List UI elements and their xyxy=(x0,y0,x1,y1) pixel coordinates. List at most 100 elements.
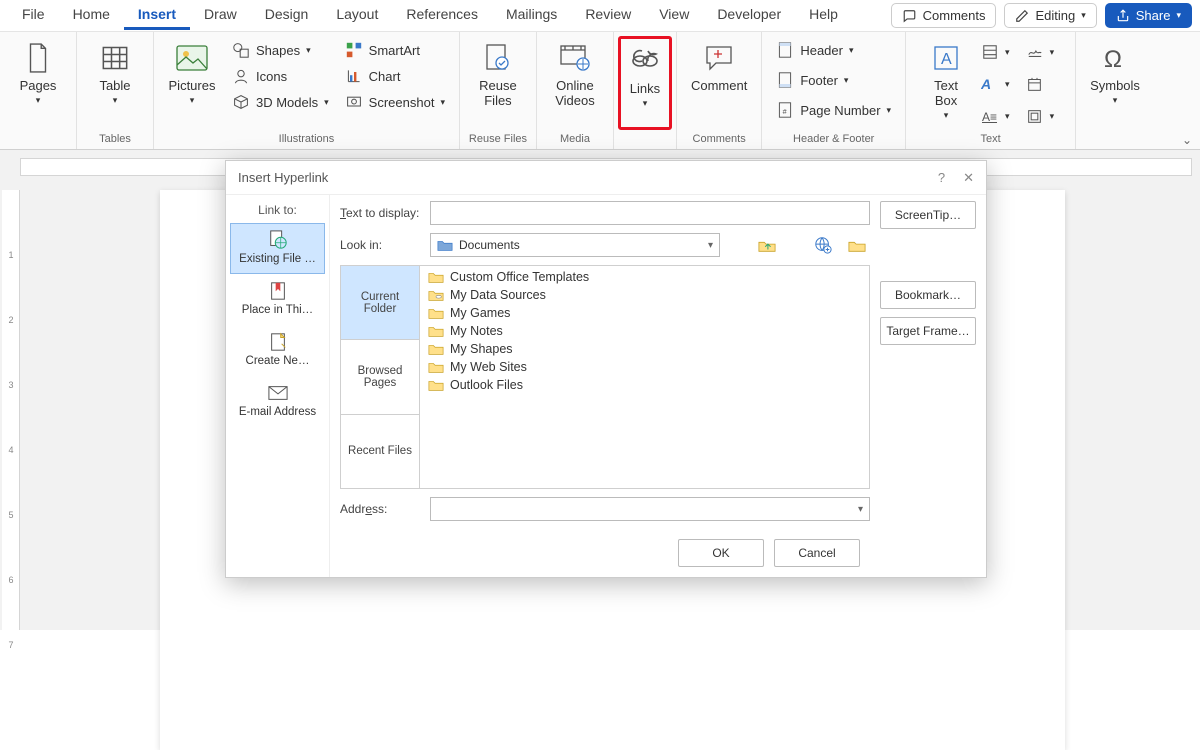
targetframe-button[interactable]: Target Frame… xyxy=(880,317,976,345)
footer-button[interactable]: Footer ▾ xyxy=(770,68,897,92)
svg-text:A≡: A≡ xyxy=(982,110,997,123)
group-label: Header & Footer xyxy=(793,130,874,149)
pagenumber-button[interactable]: #Page Number ▾ xyxy=(770,98,897,122)
list-item[interactable]: My Data Sources xyxy=(424,286,865,304)
tab-layout[interactable]: Layout xyxy=(322,1,392,30)
list-item[interactable]: Outlook Files xyxy=(424,376,865,394)
tab-help[interactable]: Help xyxy=(795,1,852,30)
close-button[interactable]: ✕ xyxy=(963,170,974,186)
tab-view[interactable]: View xyxy=(645,1,703,30)
dropcap-button[interactable]: A≡▾ xyxy=(975,104,1016,128)
browse-tab-browsed[interactable]: Browsed Pages xyxy=(341,339,419,413)
chevron-down-icon: ▾ xyxy=(1176,10,1181,21)
screenshot-icon xyxy=(345,93,363,111)
list-item[interactable]: My Shapes xyxy=(424,340,865,358)
tab-insert[interactable]: Insert xyxy=(124,1,190,30)
dialog-footer: OK Cancel xyxy=(340,529,870,577)
cancel-button[interactable]: Cancel xyxy=(774,539,860,567)
ribbon-insert: Pages ▾ Table ▾ Tables Pictures ▾ Shapes… xyxy=(0,32,1200,150)
wordart-button[interactable]: A▾ xyxy=(975,72,1016,96)
symbols-label: Symbols xyxy=(1090,78,1140,93)
file-name: Outlook Files xyxy=(450,378,523,392)
comments-button[interactable]: Comments xyxy=(891,3,997,28)
reuse-files-button[interactable]: Reuse Files xyxy=(468,36,528,130)
svg-text:A: A xyxy=(941,51,952,68)
lookin-value: Documents xyxy=(459,238,520,252)
tab-design[interactable]: Design xyxy=(251,1,323,30)
browse-web-button[interactable] xyxy=(810,233,836,257)
pictures-button[interactable]: Pictures ▾ xyxy=(162,36,222,130)
quickparts-button[interactable]: ▾ xyxy=(975,40,1016,64)
ok-button[interactable]: OK xyxy=(678,539,764,567)
icons-button[interactable]: Icons xyxy=(226,64,335,88)
editing-mode-button[interactable]: Editing ▾ xyxy=(1004,3,1096,28)
linkto-heading: Link to: xyxy=(226,199,329,223)
comment-button[interactable]: Comment xyxy=(685,36,753,130)
table-button[interactable]: Table ▾ xyxy=(85,36,145,130)
browse-tab-current[interactable]: Current Folder xyxy=(341,266,419,339)
ruler-tick: 2 xyxy=(2,315,20,325)
list-item[interactable]: Custom Office Templates xyxy=(424,268,865,286)
pictures-label: Pictures xyxy=(169,78,216,93)
chevron-down-icon: ▾ xyxy=(1113,95,1118,106)
group-label: Comments xyxy=(693,130,746,149)
browse-tabs: Current Folder Browsed Pages Recent File… xyxy=(340,265,420,489)
linkto-item-label: Create Ne… xyxy=(246,355,310,367)
list-item[interactable]: My Web Sites xyxy=(424,358,865,376)
3dmodels-label: 3D Models xyxy=(256,95,318,110)
address-input[interactable]: ▾ xyxy=(430,497,870,521)
object-button[interactable]: ▾ xyxy=(1020,104,1061,128)
folder-db-icon xyxy=(428,288,444,302)
lookin-select[interactable]: Documents ▾ xyxy=(430,233,720,257)
online-videos-button[interactable]: Online Videos xyxy=(545,36,605,130)
chart-button[interactable]: Chart xyxy=(339,64,451,88)
signature-button[interactable]: ▾ xyxy=(1020,40,1061,64)
header-label: Header xyxy=(800,43,843,58)
browse-file-button[interactable] xyxy=(844,233,870,257)
ribbon-collapse-button[interactable]: ⌄ xyxy=(1182,133,1192,147)
file-list[interactable]: Custom Office Templates My Data Sources … xyxy=(420,265,870,489)
3dmodels-button[interactable]: 3D Models ▾ xyxy=(226,90,335,114)
shapes-button[interactable]: Shapes ▾ xyxy=(226,38,335,62)
bookmark-button[interactable]: Bookmark… xyxy=(880,281,976,309)
tab-references[interactable]: References xyxy=(392,1,492,30)
tab-mailings[interactable]: Mailings xyxy=(492,1,571,30)
tab-home[interactable]: Home xyxy=(59,1,124,30)
smartart-button[interactable]: SmartArt xyxy=(339,38,451,62)
datetime-button[interactable] xyxy=(1020,72,1061,96)
chevron-down-icon: ▾ xyxy=(858,504,863,515)
folder-icon xyxy=(428,306,444,320)
footer-label: Footer xyxy=(800,73,838,88)
share-button[interactable]: Share ▾ xyxy=(1105,3,1192,28)
tab-file[interactable]: File xyxy=(8,1,59,30)
dialog-titlebar[interactable]: Insert Hyperlink ? ✕ xyxy=(226,161,986,195)
text-to-display-label: Text to display: xyxy=(340,206,422,220)
group-pages: Pages ▾ xyxy=(0,32,77,149)
list-item[interactable]: My Games xyxy=(424,304,865,322)
screenshot-button[interactable]: Screenshot ▾ xyxy=(339,90,451,114)
linkto-place-in-doc[interactable]: Place in Thi… xyxy=(230,274,325,325)
tab-draw[interactable]: Draw xyxy=(190,1,251,30)
links-button[interactable]: Links ▾ xyxy=(618,36,672,130)
linkto-create-new[interactable]: Create Ne… xyxy=(230,325,325,376)
tab-developer[interactable]: Developer xyxy=(703,1,795,30)
pages-button[interactable]: Pages ▾ xyxy=(8,36,68,130)
vertical-ruler[interactable]: 1 2 3 4 5 6 7 xyxy=(2,190,20,630)
linkto-existing-file[interactable]: Existing File … xyxy=(230,223,325,274)
text-to-display-input[interactable] xyxy=(430,201,870,225)
textbox-button[interactable]: A Text Box▾ xyxy=(921,36,971,125)
browse-tab-recent[interactable]: Recent Files xyxy=(341,414,419,488)
symbols-button[interactable]: Ω Symbols ▾ xyxy=(1084,36,1146,130)
tab-review[interactable]: Review xyxy=(571,1,645,30)
online-videos-label: Online Videos xyxy=(555,78,595,108)
pencil-icon xyxy=(1015,9,1029,23)
list-item[interactable]: My Notes xyxy=(424,322,865,340)
header-button[interactable]: Header ▾ xyxy=(770,38,897,62)
help-button[interactable]: ? xyxy=(938,170,945,186)
linkto-email[interactable]: E-mail Address xyxy=(230,376,325,427)
group-illustrations: Pictures ▾ Shapes ▾ Icons 3D Models ▾ Sm… xyxy=(154,32,460,149)
comment-icon xyxy=(902,9,917,23)
screentip-button[interactable]: ScreenTip… xyxy=(880,201,976,229)
up-folder-button[interactable] xyxy=(754,233,780,257)
linkto-item-label: Place in Thi… xyxy=(242,304,313,316)
